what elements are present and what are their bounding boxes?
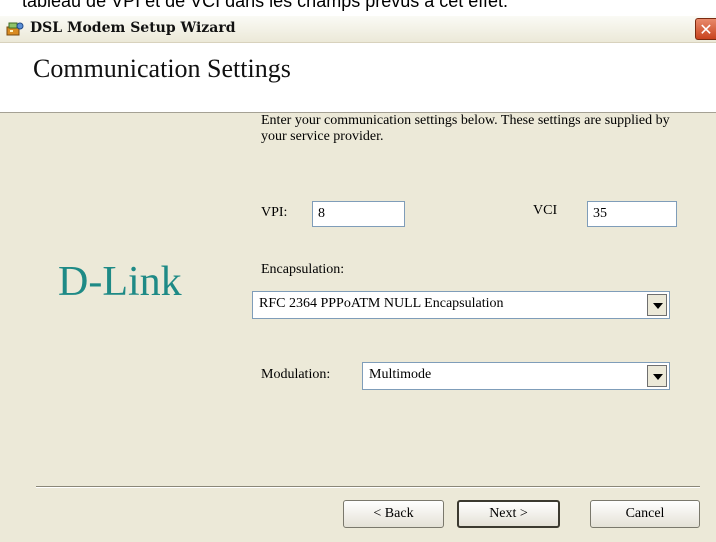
window-title: DSL Modem Setup Wizard bbox=[30, 20, 236, 36]
encapsulation-select[interactable]: RFC 2364 PPPoATM NULL Encapsulation bbox=[252, 291, 670, 319]
vci-field[interactable] bbox=[587, 201, 677, 227]
encapsulation-value: RFC 2364 PPPoATM NULL Encapsulation bbox=[259, 296, 504, 311]
vpi-field[interactable] bbox=[312, 201, 405, 227]
intro-text: Enter your communication settings below.… bbox=[261, 113, 670, 144]
close-icon: ✕ bbox=[699, 20, 713, 39]
header-band: Communication Settings bbox=[0, 43, 716, 113]
setup-wizard-window: DSL Modem Setup Wizard ✕ Communication S… bbox=[0, 16, 716, 542]
chevron-down-icon[interactable] bbox=[647, 294, 667, 316]
brand-logo: D-Link bbox=[58, 259, 182, 305]
page-title: Communication Settings bbox=[33, 54, 291, 83]
modulation-value: Multimode bbox=[369, 367, 432, 382]
next-button-label: Next > bbox=[489, 506, 528, 521]
back-button[interactable]: < Back bbox=[343, 500, 444, 528]
vpi-label: VPI: bbox=[261, 205, 288, 220]
vci-label: VCI bbox=[533, 203, 558, 218]
back-button-label: < Back bbox=[373, 506, 414, 521]
title-bar: DSL Modem Setup Wizard ✕ bbox=[0, 16, 716, 43]
background-caption-text: tableau de VPI et de VCI dans les champs… bbox=[22, 0, 508, 11]
app-icon bbox=[6, 21, 24, 37]
next-button[interactable]: Next > bbox=[457, 500, 560, 528]
modulation-select[interactable]: Multimode bbox=[362, 362, 670, 390]
divider bbox=[36, 486, 700, 488]
modulation-label: Modulation: bbox=[261, 367, 331, 382]
cancel-button[interactable]: Cancel bbox=[590, 500, 700, 528]
encapsulation-label: Encapsulation: bbox=[261, 262, 345, 277]
cancel-button-label: Cancel bbox=[625, 506, 665, 521]
chevron-down-icon[interactable] bbox=[647, 365, 667, 387]
close-button[interactable]: ✕ bbox=[695, 18, 716, 40]
background-caption: tableau de VPI et de VCI dans les champs… bbox=[0, 0, 716, 16]
